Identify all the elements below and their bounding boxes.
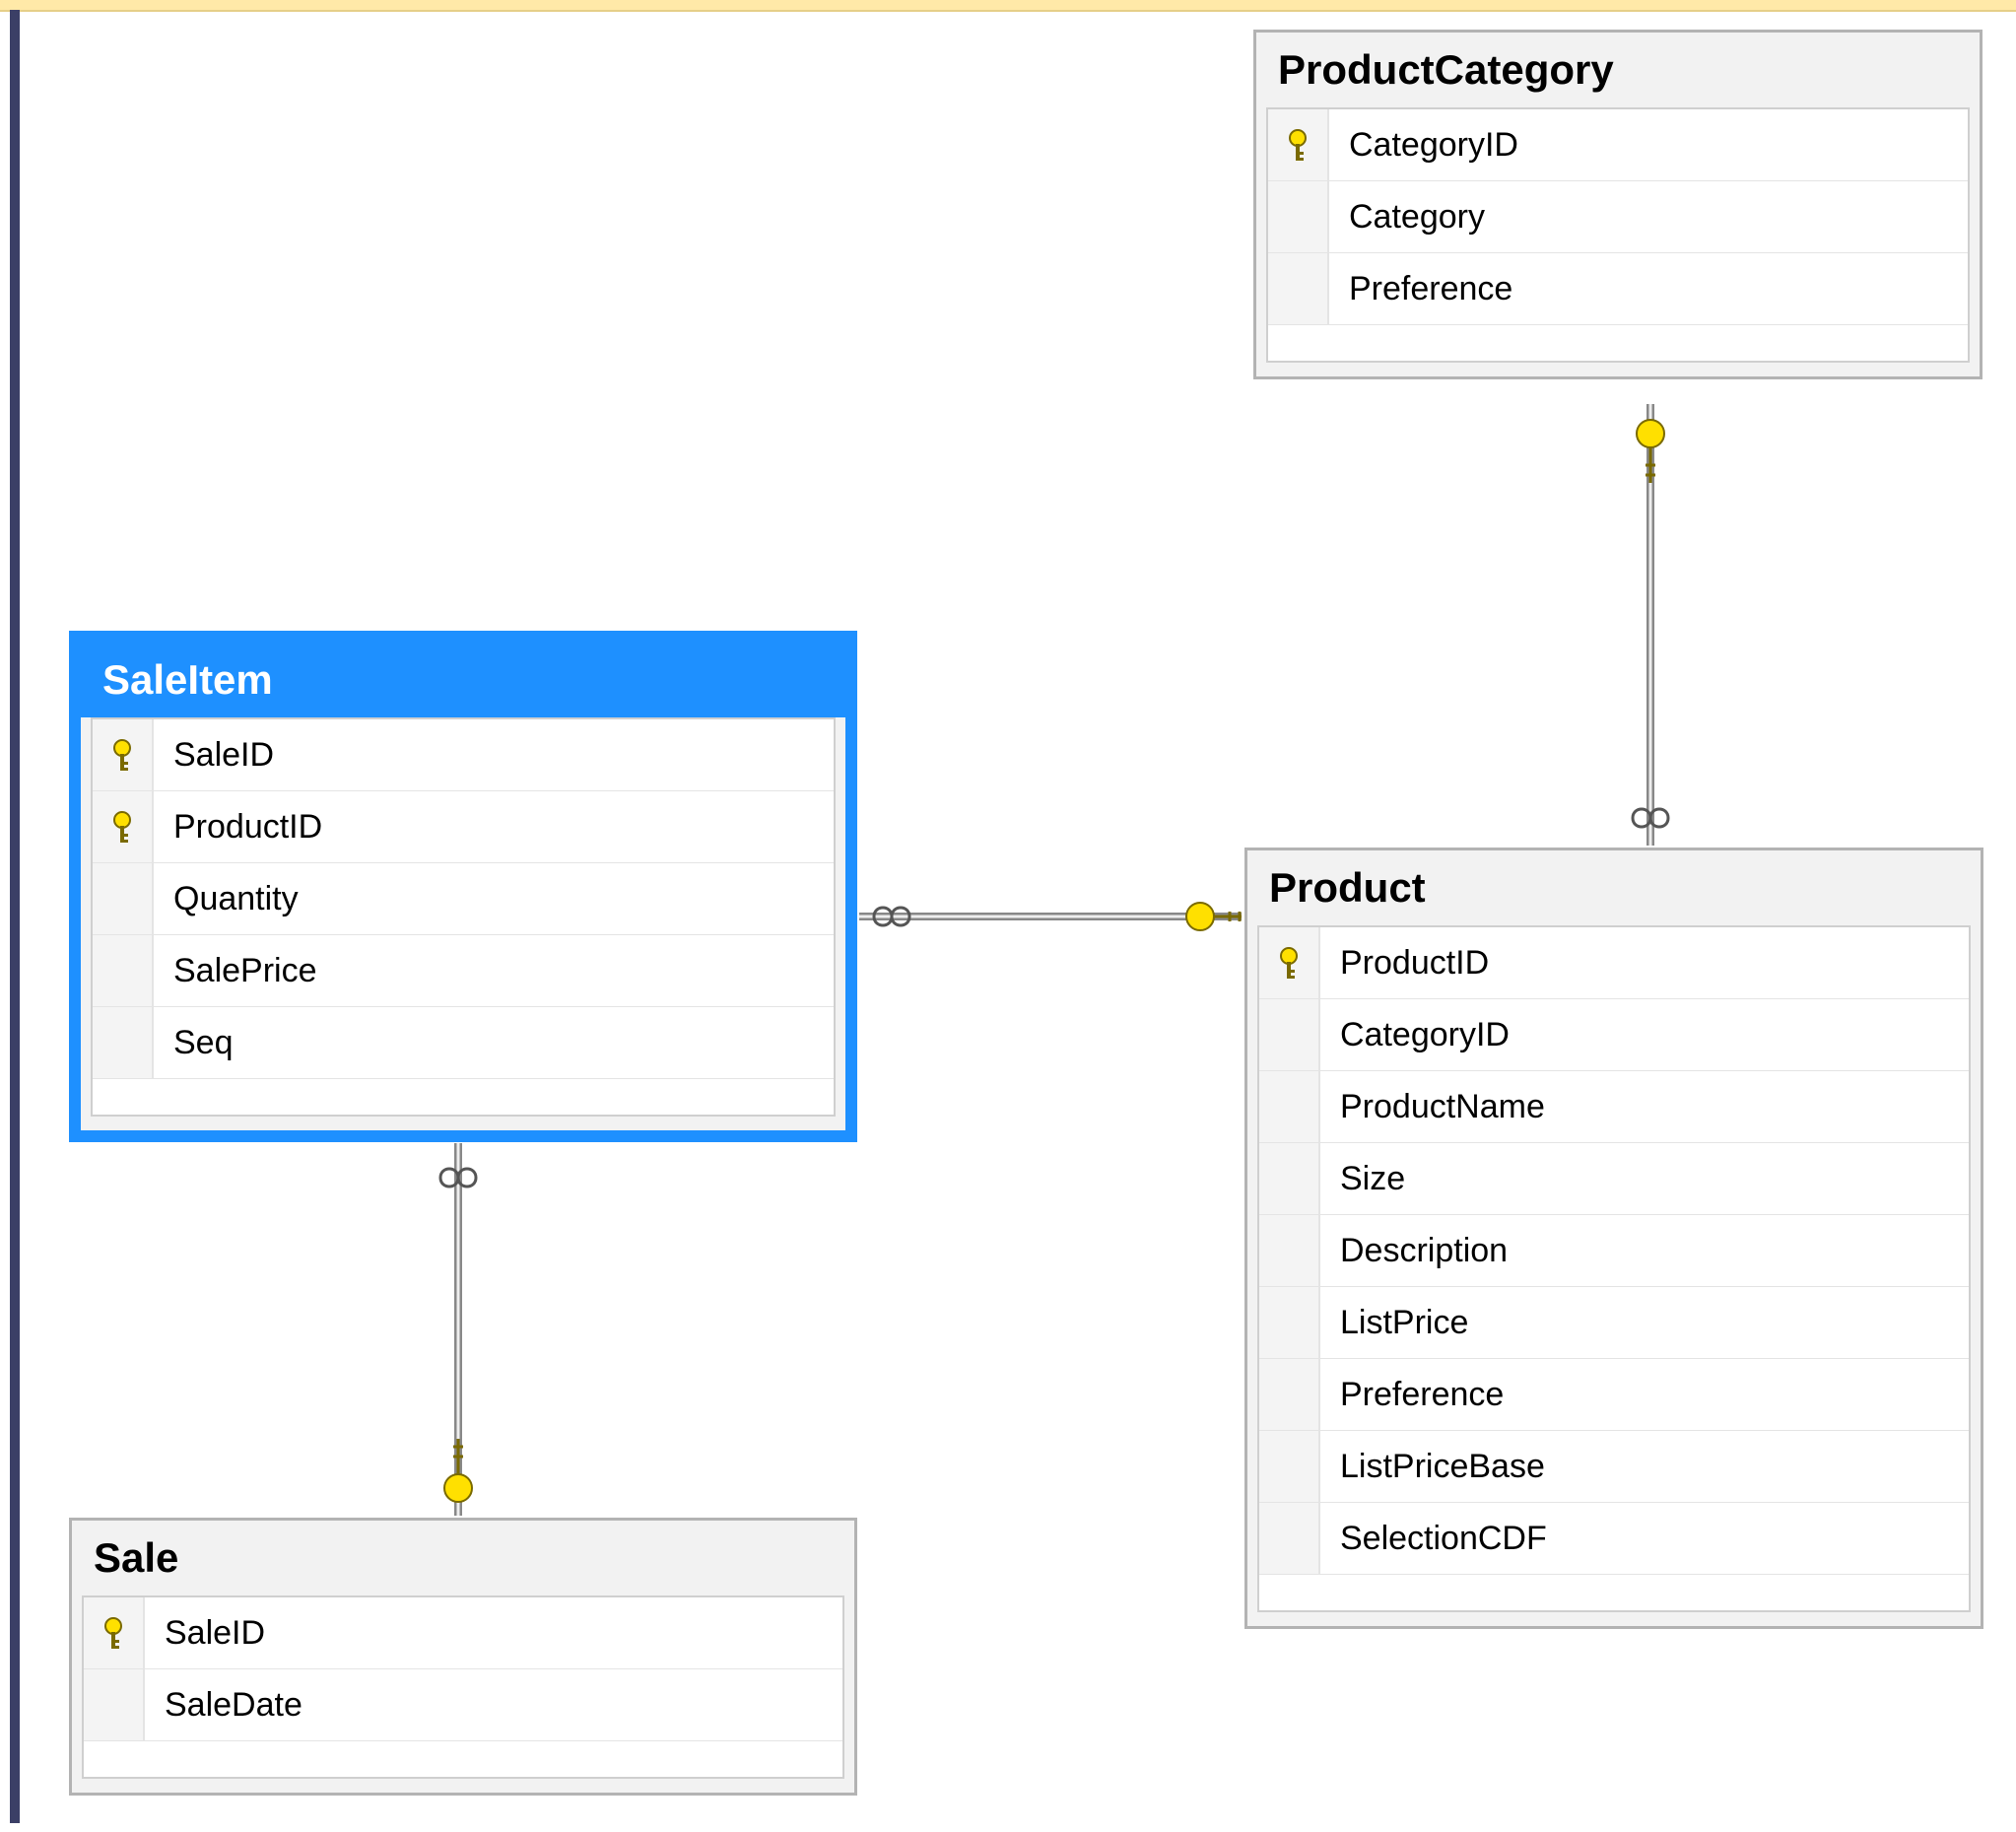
column-name: SaleID <box>145 1614 842 1653</box>
column-row-spacer <box>93 1079 834 1115</box>
column-name: Preference <box>1329 270 1968 308</box>
column-name: ProductID <box>1320 944 1969 983</box>
column-name: CategoryID <box>1329 126 1968 165</box>
table-title: Sale <box>72 1521 854 1595</box>
column-name: CategoryID <box>1320 1016 1969 1054</box>
column-name: ListPrice <box>1320 1304 1969 1342</box>
primary-key-icon <box>93 791 154 862</box>
column-name: SaleID <box>154 736 834 775</box>
column-row[interactable]: Quantity <box>93 863 834 935</box>
table-saleitem[interactable]: SaleItem SaleID ProductID Quantity Sal <box>69 631 857 1142</box>
column-row[interactable]: CategoryID <box>1259 999 1969 1071</box>
column-icon-empty <box>93 863 154 934</box>
primary-key-icon <box>1259 927 1320 998</box>
column-name: ProductName <box>1320 1088 1969 1126</box>
column-name: ProductID <box>154 808 834 847</box>
column-row[interactable]: Seq <box>93 1007 834 1079</box>
column-icon-empty <box>1259 1215 1320 1286</box>
column-name: Category <box>1329 198 1968 237</box>
table-title: SaleItem <box>81 643 845 717</box>
table-sale[interactable]: Sale SaleID SaleDate <box>69 1518 857 1796</box>
column-icon-empty <box>93 1007 154 1078</box>
column-name: Seq <box>154 1024 834 1062</box>
column-name: ListPriceBase <box>1320 1448 1969 1486</box>
column-name: Quantity <box>154 880 834 918</box>
column-row[interactable]: ProductID <box>93 791 834 863</box>
column-row[interactable]: Size <box>1259 1143 1969 1215</box>
column-row[interactable]: Description <box>1259 1215 1969 1287</box>
column-row[interactable]: SaleID <box>84 1597 842 1669</box>
column-name: SalePrice <box>154 952 834 990</box>
column-icon-empty <box>93 935 154 1006</box>
column-name: Description <box>1320 1232 1969 1270</box>
column-name: Preference <box>1320 1376 1969 1414</box>
column-row[interactable]: ListPriceBase <box>1259 1431 1969 1503</box>
column-icon-empty <box>1259 999 1320 1070</box>
column-row[interactable]: SaleDate <box>84 1669 842 1741</box>
column-icon-empty <box>1259 1287 1320 1358</box>
column-icon-empty <box>1268 181 1329 252</box>
column-icon-empty <box>84 1669 145 1740</box>
column-row[interactable]: SelectionCDF <box>1259 1503 1969 1575</box>
relationship-saleitem-sale <box>440 1143 476 1516</box>
column-row[interactable]: CategoryID <box>1268 109 1968 181</box>
column-row[interactable]: Preference <box>1268 253 1968 325</box>
primary-key-icon <box>1268 109 1329 180</box>
column-list: ProductID CategoryID ProductName Size De… <box>1257 925 1971 1612</box>
primary-key-icon <box>93 719 154 790</box>
column-row[interactable]: ProductID <box>1259 927 1969 999</box>
table-productcategory[interactable]: ProductCategory CategoryID Category Pref… <box>1253 30 1982 379</box>
left-divider-bar <box>10 10 20 1823</box>
column-row[interactable]: Preference <box>1259 1359 1969 1431</box>
column-icon-empty <box>1268 253 1329 324</box>
table-title: ProductCategory <box>1256 33 1980 107</box>
top-divider-bar <box>0 0 2016 12</box>
column-row[interactable]: SaleID <box>93 719 834 791</box>
column-icon-empty <box>1259 1503 1320 1574</box>
column-icon-empty <box>1259 1143 1320 1214</box>
column-row-spacer <box>84 1741 842 1777</box>
column-row[interactable]: ListPrice <box>1259 1287 1969 1359</box>
column-name: SelectionCDF <box>1320 1520 1969 1558</box>
table-title: Product <box>1247 850 1981 925</box>
er-diagram-canvas[interactable]: ProductCategory CategoryID Category Pref… <box>0 0 2016 1832</box>
column-row-spacer <box>1259 1575 1969 1610</box>
column-row[interactable]: SalePrice <box>93 935 834 1007</box>
relationship-saleitem-product <box>859 903 1242 930</box>
relationship-productcategory-product <box>1633 404 1668 846</box>
column-icon-empty <box>1259 1071 1320 1142</box>
column-list: SaleID ProductID Quantity SalePrice Seq <box>91 717 836 1117</box>
column-list: CategoryID Category Preference <box>1266 107 1970 363</box>
column-name: Size <box>1320 1160 1969 1198</box>
table-product[interactable]: Product ProductID CategoryID ProductName… <box>1244 848 1983 1629</box>
column-row[interactable]: Category <box>1268 181 1968 253</box>
column-list: SaleID SaleDate <box>82 1595 844 1779</box>
column-row-spacer <box>1268 325 1968 361</box>
primary-key-icon <box>84 1597 145 1668</box>
column-row[interactable]: ProductName <box>1259 1071 1969 1143</box>
column-icon-empty <box>1259 1359 1320 1430</box>
column-name: SaleDate <box>145 1686 842 1725</box>
column-icon-empty <box>1259 1431 1320 1502</box>
